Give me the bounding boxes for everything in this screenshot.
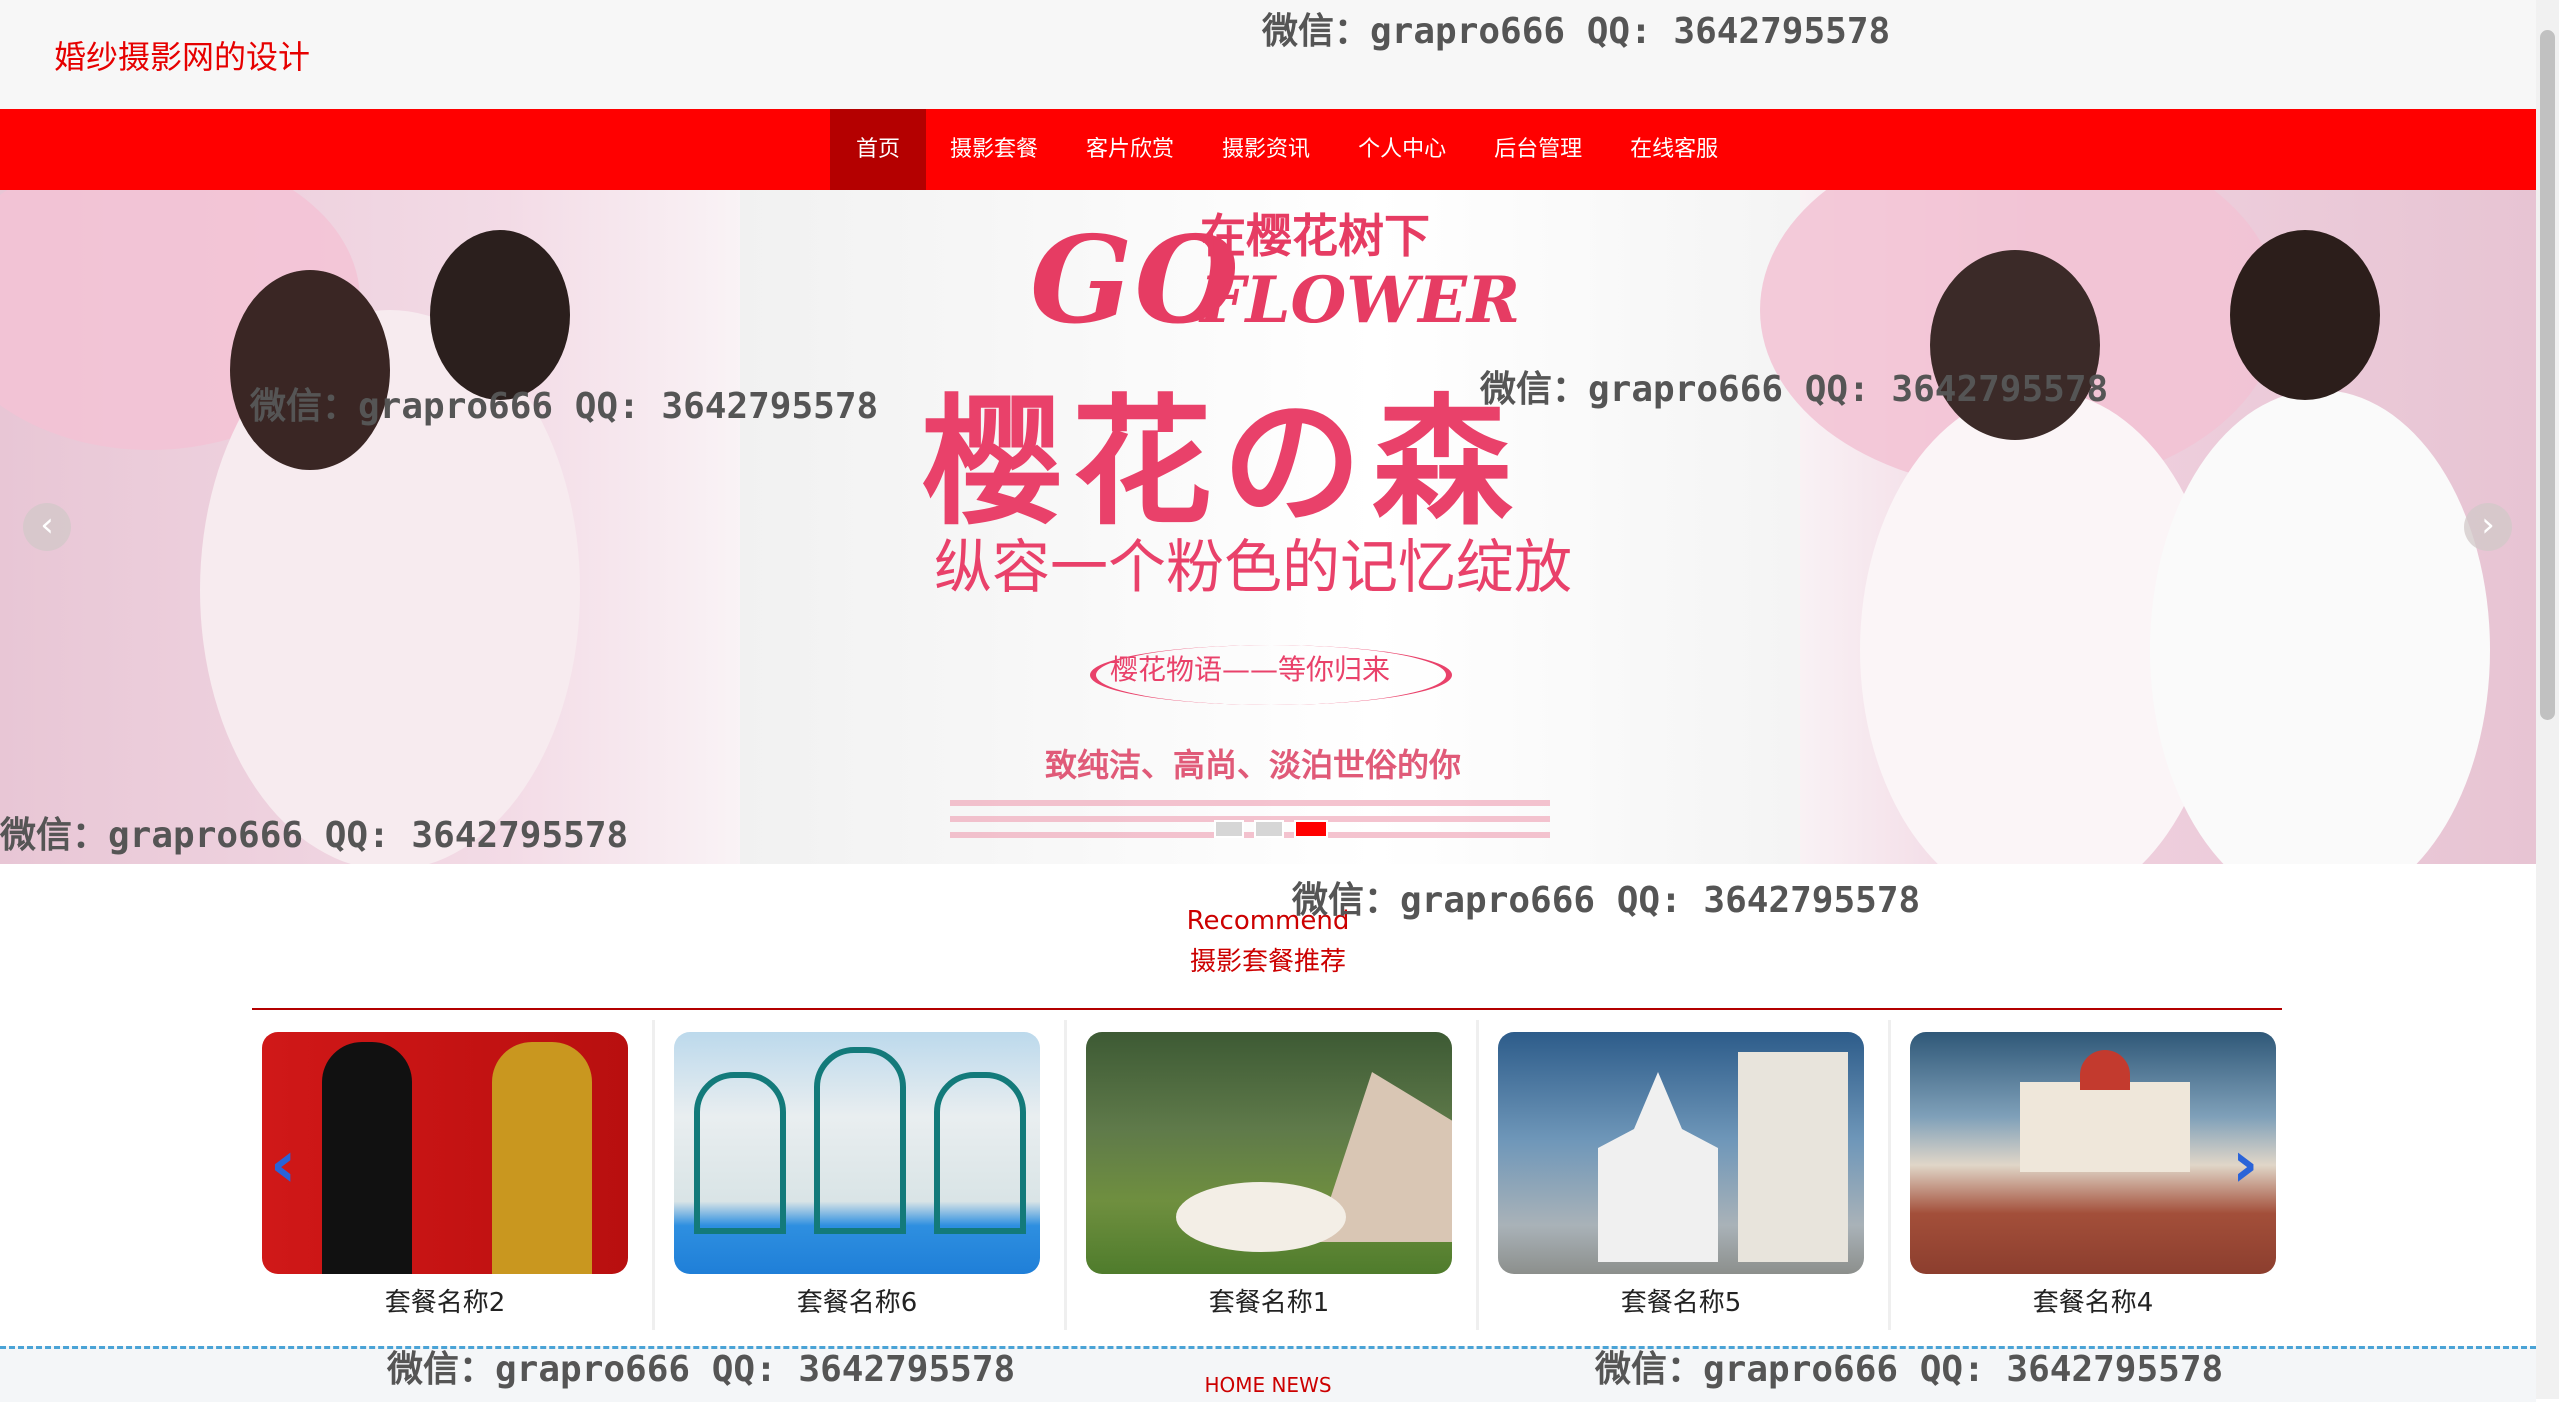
site-title[interactable]: 婚纱摄影网的设计	[54, 32, 310, 78]
banner-tagline: 樱花物语——等你归来	[1110, 653, 1391, 686]
nav-item-profile[interactable]: 个人中心	[1334, 109, 1470, 190]
banner-dot-1[interactable]	[1214, 820, 1244, 838]
couple-left-hair-2	[430, 230, 570, 400]
banner-slogan: 致纯洁、高尚、淡泊世俗的你	[1045, 746, 1462, 784]
package-photo[interactable]	[1086, 1032, 1452, 1274]
banner-fine-print	[950, 790, 1550, 848]
package-name[interactable]: 套餐名称5	[1498, 1282, 1864, 1319]
banner-dot-3[interactable]	[1294, 820, 1328, 838]
banner-dot-2[interactable]	[1254, 820, 1284, 838]
package-name[interactable]: 套餐名称6	[674, 1282, 1040, 1319]
nav-item-packages[interactable]: 摄影套餐	[926, 109, 1062, 190]
package-photo[interactable]	[1910, 1032, 2276, 1274]
couple-left-hair	[230, 270, 390, 470]
package-name[interactable]: 套餐名称1	[1086, 1282, 1452, 1319]
recommend-title-en: Recommend	[1186, 906, 1350, 936]
package-card[interactable]: 套餐名称1	[1076, 1020, 1479, 1330]
page-scrollbar[interactable]	[2536, 0, 2559, 1399]
scrollbar-thumb[interactable]	[2540, 30, 2555, 720]
watermark: 微信：grapro666 QQ: 3642795578	[1480, 369, 2109, 410]
couple-right-hair-2	[2230, 230, 2380, 400]
carousel-prev-button[interactable]: ‹	[270, 1133, 296, 1197]
package-name[interactable]: 套餐名称4	[1910, 1282, 2276, 1319]
watermark: 微信：grapro666 QQ: 3642795578	[387, 1349, 1016, 1390]
package-card[interactable]: 套餐名称6	[664, 1020, 1067, 1330]
package-name[interactable]: 套餐名称2	[262, 1282, 628, 1319]
couple-right-groom	[2150, 390, 2490, 864]
nav-item-service[interactable]: 在线客服	[1606, 109, 1742, 190]
banner-subtitle: 纵容一个粉色的记忆绽放	[934, 533, 1573, 601]
main-nav: 首页 摄影套餐 客片欣赏 摄影资讯 个人中心 后台管理 在线客服	[0, 109, 2536, 190]
page: 婚纱摄影网的设计 首页 摄影套餐 客片欣赏 摄影资讯 个人中心 后台管理 在线客…	[0, 0, 2536, 1402]
banner-next-button[interactable]: ›	[2464, 503, 2512, 551]
carousel-next-button[interactable]: ›	[2232, 1133, 2258, 1197]
banner-small-cn: 在樱花树下	[1200, 209, 1430, 263]
package-carousel: 套餐名称2 套餐名称6 套餐名称1 套餐名称5 套餐名称4	[252, 1020, 2282, 1330]
banner-flower-text: FLOWER	[1200, 263, 1521, 338]
nav-item-news[interactable]: 摄影资讯	[1198, 109, 1334, 190]
package-photo[interactable]	[674, 1032, 1040, 1274]
hero-banner[interactable]: GO 在樱花树下 FLOWER 樱花の森 纵容一个粉色的记忆绽放 樱花物语——等…	[0, 190, 2536, 864]
banner-prev-button[interactable]: ‹	[23, 503, 71, 551]
package-photo[interactable]	[1498, 1032, 1864, 1274]
watermark: 微信：grapro666 QQ: 3642795578	[1292, 880, 1921, 921]
recommend-title-cn: 摄影套餐推荐	[1189, 947, 1346, 977]
package-card[interactable]: 套餐名称2	[252, 1020, 655, 1330]
package-photo[interactable]	[262, 1032, 628, 1274]
watermark: 微信：grapro666 QQ: 3642795578	[250, 386, 879, 427]
nav-item-gallery[interactable]: 客片欣赏	[1062, 109, 1198, 190]
watermark: 微信：grapro666 QQ: 3642795578	[1262, 11, 1891, 52]
nav-item-admin[interactable]: 后台管理	[1470, 109, 1606, 190]
section-divider	[252, 1008, 2282, 1010]
banner-pagination	[1214, 820, 1328, 838]
watermark: 微信：grapro666 QQ: 3642795578	[1595, 1349, 2224, 1390]
package-card[interactable]: 套餐名称5	[1488, 1020, 1891, 1330]
nav-item-home[interactable]: 首页	[830, 109, 927, 190]
watermark: 微信：grapro666 QQ: 3642795578	[0, 815, 629, 856]
